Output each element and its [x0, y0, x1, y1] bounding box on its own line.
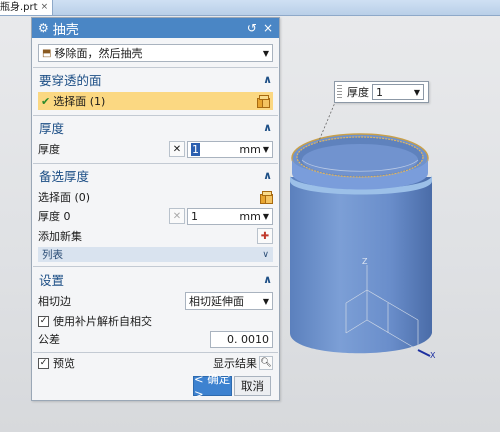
document-tab-bar: 瓶身.prt ×	[0, 0, 500, 16]
collapse-caret-icon[interactable]: ∧	[263, 273, 272, 286]
collapse-caret-icon[interactable]: ∧	[263, 169, 272, 182]
shell-type-value: 移除面，然后抽壳	[54, 47, 143, 60]
faces-section-header[interactable]: 要穿透的面 ∧	[33, 69, 278, 89]
check-icon: ✔	[41, 94, 51, 108]
divider	[33, 266, 278, 267]
alt-thickness-unit: mm	[239, 209, 261, 223]
tooltip-thickness-value: 1	[376, 85, 383, 99]
magnifier-icon[interactable]: 🔍︎	[259, 356, 273, 370]
shell-part-body[interactable]	[290, 133, 432, 354]
ok-button[interactable]: < 确定 >	[193, 372, 232, 401]
tangent-edge-label: 相切边	[38, 295, 71, 308]
tolerance-value: 0. 0010	[227, 332, 269, 346]
axis-x-label: X	[430, 351, 436, 360]
reverse-direction-icon[interactable]: ✕	[169, 141, 185, 157]
collapse-caret-icon[interactable]: ∧	[263, 73, 272, 86]
alt-thickness-section-header[interactable]: 备选厚度 ∧	[33, 165, 278, 185]
graphics-viewport[interactable]: Z X	[278, 15, 500, 432]
preview-checkbox[interactable]: ✓	[38, 357, 49, 369]
thickness-label: 厚度	[38, 143, 60, 156]
reverse-direction-icon: ✕	[169, 208, 185, 224]
chevron-down-icon[interactable]: ▼	[263, 49, 269, 58]
dialog-title: 抽壳	[52, 22, 79, 38]
alt-thickness-label: 厚度 0	[38, 210, 71, 223]
collapse-caret-icon[interactable]: ∧	[263, 121, 272, 134]
cancel-button[interactable]: 取消	[234, 376, 271, 396]
drag-grip-icon[interactable]	[337, 85, 342, 99]
list-label: 列表	[42, 249, 63, 261]
tangent-edge-select[interactable]: 相切延伸面 ▼	[185, 292, 273, 310]
face-selector-icon[interactable]	[259, 190, 273, 204]
shell-type-icon: ⬒	[42, 47, 52, 59]
select-face-row[interactable]: ✔ 选择面 (1)	[38, 92, 273, 110]
document-tab[interactable]: 瓶身.prt ×	[0, 0, 54, 15]
thickness-section-title: 厚度	[39, 120, 65, 136]
close-icon[interactable]: ×	[263, 21, 273, 35]
add-set-icon[interactable]: ✚	[257, 228, 273, 244]
chevron-down-icon[interactable]: ▼	[263, 212, 269, 221]
divider	[33, 352, 278, 353]
add-new-set-label: 添加新集	[38, 230, 82, 243]
self-intersect-checkbox[interactable]: ✓	[38, 315, 49, 327]
x-axis-arrow	[417, 349, 431, 357]
show-result-label: 显示结果	[213, 357, 257, 370]
face-selector-icon[interactable]	[256, 94, 270, 108]
alt-select-face-label: 选择面 (0)	[38, 191, 91, 204]
tangent-edge-value: 相切延伸面	[189, 295, 244, 308]
divider	[33, 115, 278, 116]
faces-section-title: 要穿透的面	[39, 72, 102, 88]
settings-section-title: 设置	[39, 272, 65, 288]
select-face-label: 选择面 (1)	[53, 95, 106, 108]
reset-icon[interactable]: ↺	[247, 21, 257, 35]
chevron-down-icon[interactable]: ▼	[414, 88, 420, 97]
tolerance-field[interactable]: 0. 0010	[210, 330, 273, 348]
alt-thickness-section-title: 备选厚度	[39, 168, 90, 184]
divider	[33, 163, 278, 164]
alt-thickness-field[interactable]: 1 mm ▼	[187, 207, 273, 225]
preview-label: 预览	[53, 357, 75, 370]
shell-dialog: ⚙ 抽壳 ↺ × ⬒ 移除面，然后抽壳 ▼ 要穿透的面 ∧ ✔ 选择面 (1) …	[31, 17, 280, 401]
thickness-value: 1	[191, 142, 200, 156]
tooltip-thickness-label: 厚度	[347, 86, 369, 99]
thickness-field[interactable]: 1 mm ▼	[187, 140, 273, 158]
axis-z-label: Z	[362, 257, 368, 266]
tooltip-thickness-field[interactable]: 1 ▼	[372, 84, 424, 100]
settings-section-header[interactable]: 设置 ∧	[33, 269, 278, 289]
thickness-onscreen-input[interactable]: 厚度 1 ▼	[334, 81, 429, 103]
shell-type-select[interactable]: ⬒ 移除面，然后抽壳 ▼	[38, 44, 273, 62]
gear-icon: ⚙	[38, 21, 49, 35]
chevron-down-icon[interactable]: ∨	[262, 250, 269, 260]
alt-thickness-value: 1	[191, 209, 198, 223]
self-intersect-label: 使用补片解析自相交	[53, 315, 152, 328]
tab-close-icon[interactable]: ×	[41, 0, 49, 15]
divider	[33, 67, 278, 68]
thickness-unit: mm	[239, 142, 261, 156]
chevron-down-icon[interactable]: ▼	[263, 297, 269, 306]
thickness-section-header[interactable]: 厚度 ∧	[33, 117, 278, 137]
dialog-title-bar: ⚙ 抽壳 ↺ ×	[32, 18, 279, 38]
tab-title: 瓶身.prt	[0, 2, 38, 13]
list-header[interactable]: 列表 ∨	[38, 247, 273, 262]
tolerance-label: 公差	[38, 333, 60, 346]
chevron-down-icon[interactable]: ▼	[263, 145, 269, 154]
